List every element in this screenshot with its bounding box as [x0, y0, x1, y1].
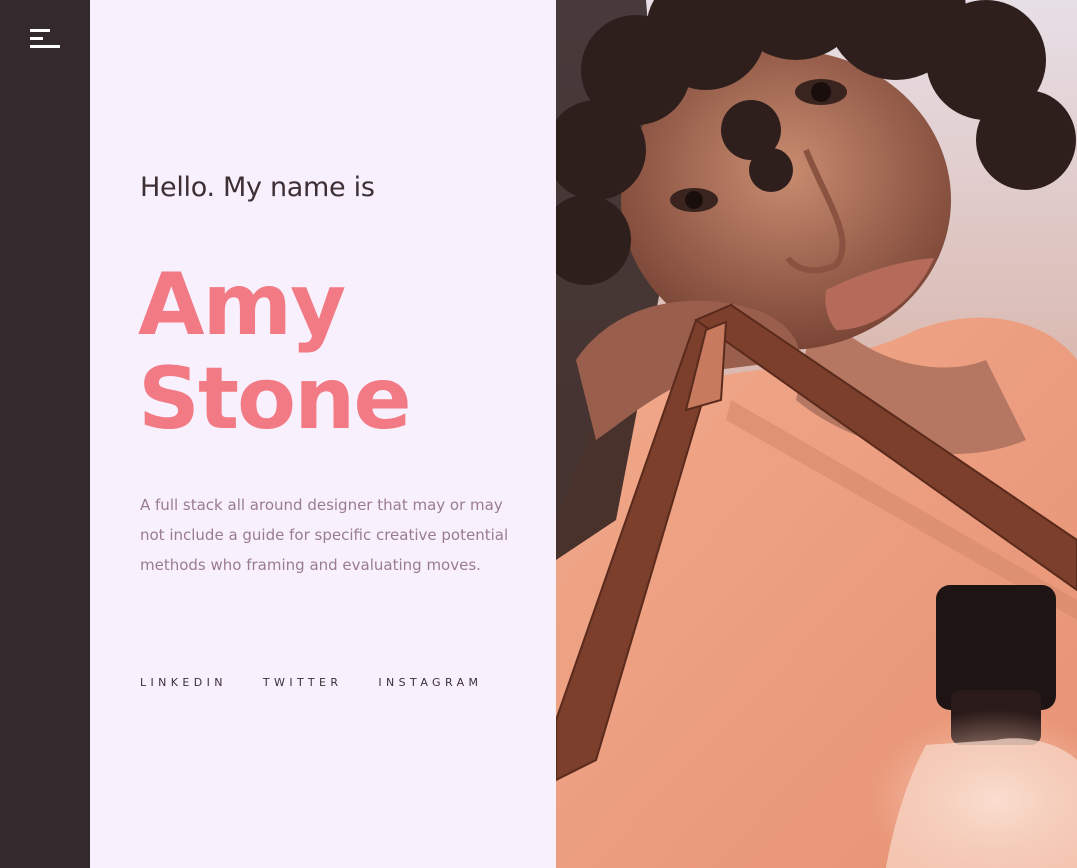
portrait-illustration [556, 0, 1077, 868]
menu-line [30, 37, 43, 40]
hero-name: Amy Stone [138, 255, 412, 449]
social-links: LINKEDIN TWITTER INSTAGRAM [140, 676, 482, 689]
portrait-photo [556, 0, 1077, 868]
sidebar [0, 0, 90, 868]
menu-line [30, 29, 50, 32]
hamburger-menu-icon[interactable] [30, 29, 60, 49]
first-name: Amy [138, 255, 346, 355]
instagram-link[interactable]: INSTAGRAM [378, 676, 482, 689]
linkedin-link[interactable]: LINKEDIN [140, 676, 227, 689]
bio-paragraph: A full stack all around designer that ma… [140, 496, 509, 574]
twitter-link[interactable]: TWITTER [263, 676, 342, 689]
hero-content: Hello. My name is Amy Stone A full stack… [90, 0, 556, 868]
last-name: Stone [138, 349, 412, 449]
greeting-text: Hello. My name is [140, 172, 375, 203]
menu-line [30, 45, 60, 48]
